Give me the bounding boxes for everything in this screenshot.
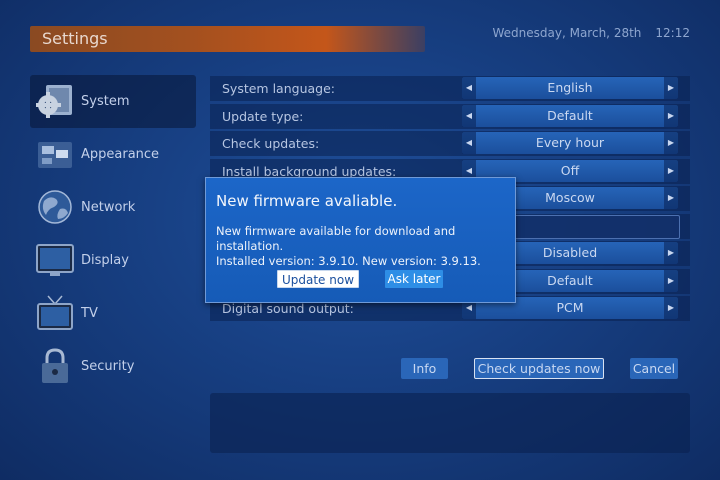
arrow-right-icon[interactable]: ▶	[664, 132, 678, 154]
ask-later-button[interactable]: Ask later	[385, 270, 443, 288]
page-title: Settings	[42, 29, 108, 48]
date-text: Wednesday, March, 28th	[492, 26, 642, 40]
globe-icon	[38, 190, 72, 224]
arrow-right-icon[interactable]: ▶	[664, 187, 678, 209]
check-updates-selector[interactable]: ◀ Every hour ▶	[462, 132, 678, 154]
sidebar-item-network[interactable]: Network	[30, 181, 196, 234]
language-selector[interactable]: ◀ English ▶	[462, 77, 678, 99]
setting-label: System language:	[222, 81, 335, 96]
arrow-right-icon[interactable]: ▶	[664, 297, 678, 319]
help-text-panel	[210, 393, 690, 453]
dialog-message: New firmware available for download and …	[216, 224, 511, 269]
dialog-message-line: Installed version: 3.9.10. New version: …	[216, 254, 481, 268]
setting-value: English	[547, 80, 593, 95]
sidebar-item-label: System	[81, 94, 130, 109]
arrow-left-icon[interactable]: ◀	[462, 104, 476, 127]
padlock-icon	[42, 348, 68, 383]
appearance-icon	[38, 142, 72, 168]
monitor-icon	[36, 244, 74, 276]
sidebar-item-tv[interactable]: TV	[30, 287, 196, 340]
sidebar-item-display[interactable]: Display	[30, 234, 196, 287]
sidebar-item-label: Appearance	[81, 147, 160, 162]
cancel-button[interactable]: Cancel	[630, 358, 678, 379]
setting-label: Digital sound output:	[222, 301, 354, 316]
title-bar: Settings	[30, 26, 425, 52]
arrow-right-icon[interactable]: ▶	[664, 159, 678, 182]
setting-label: Update type:	[222, 108, 304, 124]
sidebar-item-label: Display	[81, 253, 129, 268]
info-button[interactable]: Info	[401, 358, 448, 379]
sidebar-item-label: Security	[81, 359, 135, 374]
setting-row-system-language: System language: ◀ English ▶	[210, 75, 690, 103]
arrow-right-icon[interactable]: ▶	[664, 104, 678, 127]
dialog-message-line: New firmware available for download and …	[216, 224, 456, 253]
arrow-right-icon[interactable]: ▶	[664, 269, 678, 292]
setting-row-check-updates: Check updates: ◀ Every hour ▶	[210, 130, 690, 158]
setting-row-update-type: Update type: ◀ Default ▶	[210, 103, 690, 131]
check-updates-button[interactable]: Check updates now	[474, 358, 604, 379]
update-type-selector[interactable]: ◀ Default ▶	[462, 104, 678, 127]
tv-icon	[37, 295, 73, 330]
arrow-right-icon[interactable]: ▶	[664, 242, 678, 264]
firmware-update-dialog: New firmware avaliable. New firmware ava…	[205, 177, 516, 303]
clock-text: 12:12	[655, 26, 690, 40]
dialog-title: New firmware avaliable.	[216, 192, 398, 210]
arrow-left-icon[interactable]: ◀	[462, 132, 476, 154]
sidebar-item-system[interactable]: System	[30, 75, 196, 128]
setting-value: Default	[547, 107, 593, 123]
sidebar: System Appearance Network Display TV Sec…	[30, 75, 196, 393]
sidebar-item-label: Network	[81, 200, 136, 215]
setting-label: Check updates:	[222, 136, 320, 151]
arrow-left-icon[interactable]: ◀	[462, 77, 476, 99]
datetime: Wednesday, March, 28th 12:12	[493, 26, 691, 40]
setting-value: Every hour	[535, 135, 605, 150]
gear-box-icon	[36, 85, 72, 118]
sidebar-item-label: TV	[81, 306, 98, 321]
update-now-button[interactable]: Update now	[277, 270, 359, 288]
arrow-right-icon[interactable]: ▶	[664, 77, 678, 99]
sidebar-item-appearance[interactable]: Appearance	[30, 128, 196, 181]
sidebar-item-security[interactable]: Security	[30, 340, 196, 393]
setting-value: Off	[560, 162, 580, 178]
